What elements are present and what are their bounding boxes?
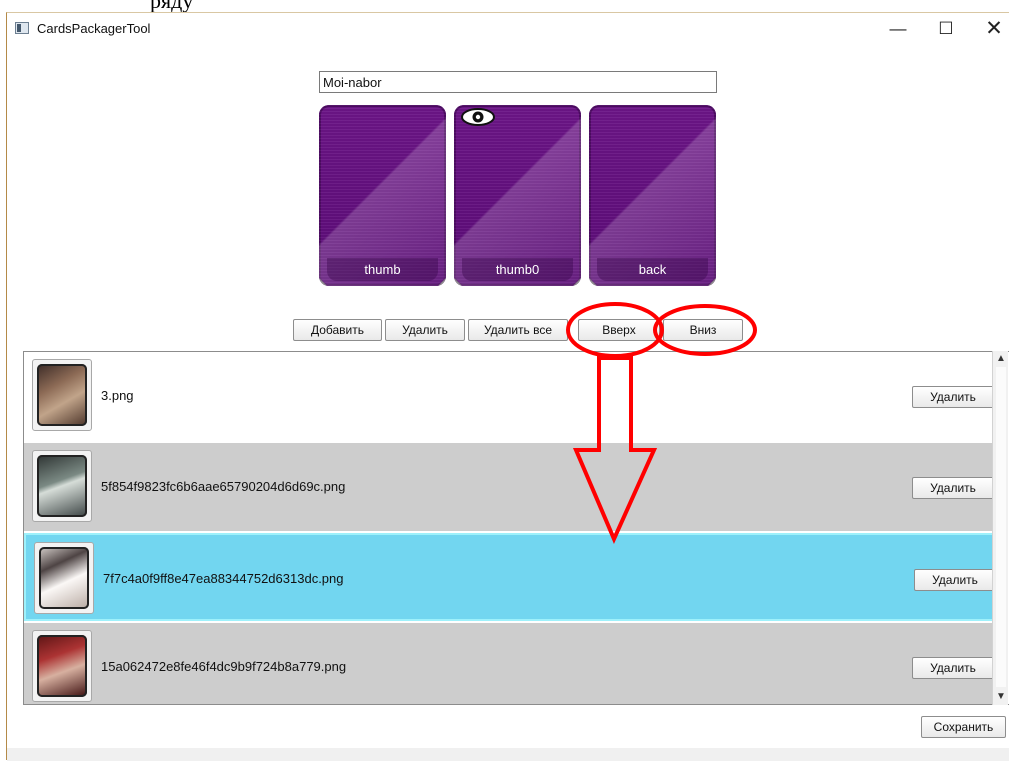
eye-icon[interactable] [459,106,497,128]
window-footer [7,748,1009,761]
list-thumbnail [32,630,92,702]
list-filename: 5f854f9823fc6b6aae65790204d6d69c.png [101,479,346,494]
title-bar: CardsPackagerTool — ☐ ✕ [7,13,1009,45]
card-corner-left [589,278,597,286]
card-corner-left [454,278,462,286]
thumb-card[interactable]: thumb [319,105,446,286]
row-delete-button[interactable]: Удалить [912,477,994,499]
card-label-back: back [597,258,708,281]
row-delete-button[interactable]: Удалить [914,569,996,591]
list-thumbnail [34,542,94,614]
scroll-down-icon[interactable]: ▼ [993,689,1009,705]
back-card[interactable]: back [589,105,716,286]
list-item-selected[interactable]: 7f7c4a0f9ff8e47ea88344752d6313dc.png Уда… [24,533,996,621]
card-corner-right [573,278,581,286]
card-corner-right [438,278,446,286]
card-label-thumb: thumb [327,258,438,281]
row-delete-button[interactable]: Удалить [912,386,994,408]
application-window: CardsPackagerTool — ☐ ✕ thumb thumb0 bac… [6,12,1009,761]
scroll-up-icon[interactable]: ▲ [993,351,1009,367]
list-filename: 3.png [101,388,134,403]
thumb0-card[interactable]: thumb0 [454,105,581,286]
move-down-button[interactable]: Вниз [663,319,743,341]
add-button[interactable]: Добавить [293,319,382,341]
list-item[interactable]: 5f854f9823fc6b6aae65790204d6d69c.png Уда… [24,443,996,531]
list-scrollbar[interactable]: ▲ ▼ [992,351,1008,705]
set-name-input[interactable] [319,71,717,93]
minimize-button[interactable]: — [875,13,921,45]
move-up-button[interactable]: Вверх [578,319,660,341]
card-list[interactable]: 3.png Удалить 5f854f9823fc6b6aae65790204… [23,351,1009,705]
close-button[interactable]: ✕ [971,13,1009,45]
list-thumbnail [32,359,92,431]
list-item[interactable]: 3.png Удалить [24,352,996,440]
window-title: CardsPackagerTool [37,21,151,36]
row-delete-button[interactable]: Удалить [912,657,994,679]
app-icon [15,22,29,34]
list-thumbnail [32,450,92,522]
list-filename: 15a062472e8fe46f4dc9b9f724b8a779.png [101,659,347,674]
delete-all-button[interactable]: Удалить все [468,319,568,341]
scroll-track[interactable] [996,367,1006,687]
list-filename: 7f7c4a0f9ff8e47ea88344752d6313dc.png [103,571,344,586]
maximize-button[interactable]: ☐ [923,13,969,45]
card-label-thumb0: thumb0 [462,258,573,281]
card-corner-right [708,278,716,286]
delete-button[interactable]: Удалить [385,319,465,341]
list-item[interactable]: 15a062472e8fe46f4dc9b9f724b8a779.png Уда… [24,623,996,704]
card-corner-left [319,278,327,286]
save-button[interactable]: Сохранить [921,716,1006,738]
